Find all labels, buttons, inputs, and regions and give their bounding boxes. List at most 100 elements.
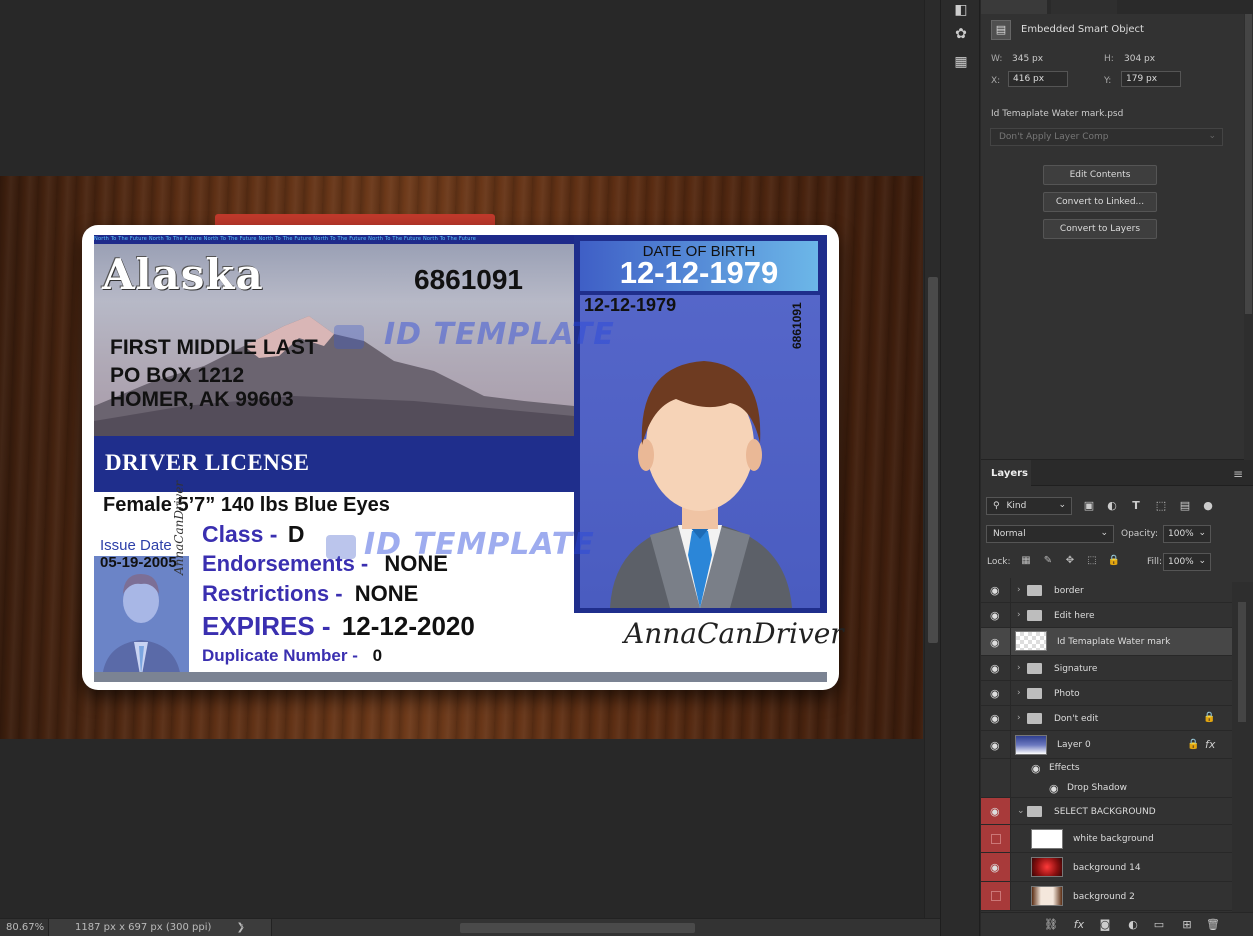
- opacity-input[interactable]: 100% ⌄: [1163, 525, 1211, 543]
- adjustments-icon[interactable]: ◧: [952, 2, 970, 18]
- visibility-toggle[interactable]: [981, 882, 1011, 910]
- chevron-down-icon: ⌄: [1198, 528, 1206, 538]
- trash-icon[interactable]: 🗑: [1205, 918, 1221, 932]
- fx-icon[interactable]: fx: [1205, 738, 1215, 751]
- filter-adjustment-icon[interactable]: ◐: [1104, 498, 1120, 514]
- y-input[interactable]: 179 px: [1121, 71, 1181, 87]
- layer-row-select-background[interactable]: ◉ ⌄ SELECT BACKGROUND: [981, 798, 1232, 825]
- photo-area: 12-12-1979 6861091: [580, 295, 820, 608]
- filter-toggle-icon[interactable]: ●: [1200, 498, 1216, 514]
- dob-header: DATE OF BIRTH 12-12-1979: [580, 241, 818, 291]
- layer-row-watermark[interactable]: ◉ Id Temaplate Water mark: [981, 628, 1232, 656]
- layer-comp-value: Don't Apply Layer Comp: [999, 132, 1109, 142]
- layer-row-signature[interactable]: ◉ › Signature: [981, 656, 1232, 681]
- visibility-toggle[interactable]: ◉: [981, 731, 1011, 758]
- layer-row-edit-here[interactable]: ◉ › Edit here: [981, 603, 1232, 628]
- id-card: North To The Future North To The Future …: [82, 225, 844, 690]
- chevron-right-icon[interactable]: ›: [1017, 585, 1021, 595]
- visibility-toggle[interactable]: ◉: [981, 681, 1011, 705]
- layer-filter-select[interactable]: ⚲ Kind ⌄: [986, 497, 1072, 515]
- visibility-toggle[interactable]: ◉: [981, 656, 1011, 680]
- layer-row-layer-0[interactable]: ◉ Layer 0 🔒 fx: [981, 731, 1232, 759]
- layer-name: Photo: [1054, 689, 1080, 699]
- zoom-level[interactable]: 80.67%: [6, 922, 44, 933]
- x-input[interactable]: 416 px: [1008, 71, 1068, 87]
- doc-dimensions[interactable]: 1187 px x 697 px (300 ppi) ❯: [48, 919, 272, 936]
- height-value[interactable]: 304 px: [1124, 54, 1155, 64]
- lock-all-icon[interactable]: 🔒: [1107, 554, 1121, 568]
- lock-artboard-icon[interactable]: ⬚: [1085, 554, 1099, 568]
- mountain-graphic: [94, 316, 574, 436]
- layer-name: SELECT BACKGROUND: [1054, 807, 1156, 817]
- chevron-down-icon[interactable]: ⌄: [1017, 806, 1025, 816]
- folder-icon: [1027, 663, 1042, 674]
- layer-row-background-14[interactable]: ◉ background 14: [981, 853, 1232, 882]
- lock-position-icon[interactable]: ✥: [1063, 554, 1077, 568]
- scroll-left-icon[interactable]: ‹: [240, 921, 244, 932]
- document-image[interactable]: North To The Future North To The Future …: [0, 176, 923, 739]
- chevron-right-icon[interactable]: ›: [1017, 663, 1021, 673]
- opacity-label: Opacity:: [1121, 529, 1158, 539]
- filter-smart-object-icon[interactable]: ▤: [1177, 498, 1193, 514]
- tab-properties[interactable]: [981, 0, 1047, 14]
- fx-icon[interactable]: fx: [1071, 918, 1087, 932]
- canvas-horizontal-scroll-thumb[interactable]: [460, 923, 695, 933]
- properties-scrollbar[interactable]: [1244, 14, 1253, 460]
- chevron-right-icon[interactable]: ›: [1017, 713, 1021, 723]
- eye-icon: ◉: [990, 739, 1000, 752]
- new-group-icon[interactable]: ▭: [1151, 918, 1167, 932]
- class-field: Class - D: [202, 521, 304, 548]
- properties-scroll-thumb[interactable]: [1245, 14, 1252, 314]
- visibility-toggle[interactable]: ◉: [981, 603, 1011, 627]
- panel-menu-icon[interactable]: ≡: [1233, 467, 1243, 481]
- canvas-vertical-scrollbar[interactable]: [924, 0, 940, 918]
- chevron-right-icon[interactable]: ›: [1017, 688, 1021, 698]
- convert-to-linked-button[interactable]: Convert to Linked...: [1043, 192, 1157, 212]
- lock-image-icon[interactable]: ✎: [1041, 554, 1055, 568]
- tab-adjustments[interactable]: [1051, 0, 1117, 14]
- eye-icon: ◉: [990, 609, 1000, 622]
- layer-row-photo[interactable]: ◉ › Photo: [981, 681, 1232, 706]
- adjustment-icon[interactable]: ◐: [1125, 918, 1141, 932]
- filter-shape-icon[interactable]: ⬚: [1153, 498, 1169, 514]
- eye-icon: ◉: [990, 584, 1000, 597]
- mask-icon[interactable]: ◙: [1097, 918, 1113, 932]
- visibility-toggle[interactable]: ◉: [981, 706, 1011, 730]
- eye-icon[interactable]: ◉: [1031, 762, 1041, 775]
- visibility-toggle[interactable]: ◉: [981, 628, 1011, 655]
- new-layer-icon[interactable]: ⊞: [1179, 918, 1195, 932]
- layer-row-white-background[interactable]: white background: [981, 825, 1232, 853]
- visibility-toggle[interactable]: ◉: [981, 853, 1011, 881]
- layer-row-dont-edit[interactable]: ◉ › Don't edit 🔒: [981, 706, 1232, 731]
- layers-scrollbar[interactable]: [1232, 582, 1253, 912]
- visibility-toggle[interactable]: ◉: [981, 578, 1011, 602]
- layer-comp-select[interactable]: Don't Apply Layer Comp ⌄: [990, 128, 1223, 146]
- palette-icon[interactable]: ✿: [952, 26, 970, 42]
- link-icon[interactable]: ⛓: [1043, 918, 1059, 932]
- effects-label: Effects: [1049, 763, 1080, 773]
- eye-icon[interactable]: ◉: [1049, 782, 1059, 795]
- tab-layers[interactable]: Layers: [981, 460, 1031, 486]
- visibility-toggle[interactable]: ◉: [981, 798, 1011, 824]
- canvas-area[interactable]: North To The Future North To The Future …: [0, 0, 924, 918]
- convert-to-layers-button[interactable]: Convert to Layers: [1043, 219, 1157, 239]
- lock-icon: 🔒: [1203, 712, 1216, 723]
- layers-scroll-thumb[interactable]: [1238, 602, 1246, 722]
- filter-type-icon[interactable]: T: [1128, 498, 1144, 514]
- filter-pixel-icon[interactable]: ▣: [1081, 498, 1097, 514]
- chevron-right-icon[interactable]: ›: [1017, 610, 1021, 620]
- edit-contents-button[interactable]: Edit Contents: [1043, 165, 1157, 185]
- layer-row-border[interactable]: ◉ › border: [981, 578, 1232, 603]
- canvas-scroll-thumb[interactable]: [928, 277, 938, 643]
- layer-row-background-2[interactable]: background 2: [981, 882, 1232, 911]
- width-value[interactable]: 345 px: [1012, 54, 1043, 64]
- visibility-toggle[interactable]: [981, 825, 1011, 852]
- fill-input[interactable]: 100% ⌄: [1163, 553, 1211, 571]
- grid-icon[interactable]: ▦: [952, 54, 970, 70]
- folder-icon: [1027, 806, 1042, 817]
- layer-effect-drop-shadow[interactable]: ◉ Drop Shadow: [981, 778, 1232, 798]
- lock-transparent-icon[interactable]: ▦: [1019, 554, 1033, 568]
- layer-effects-row[interactable]: ◉ Effects: [981, 759, 1232, 778]
- dob-photo-box: DATE OF BIRTH 12-12-1979 12-12-1979 6861…: [574, 235, 827, 613]
- blend-mode-select[interactable]: Normal ⌄: [986, 525, 1114, 543]
